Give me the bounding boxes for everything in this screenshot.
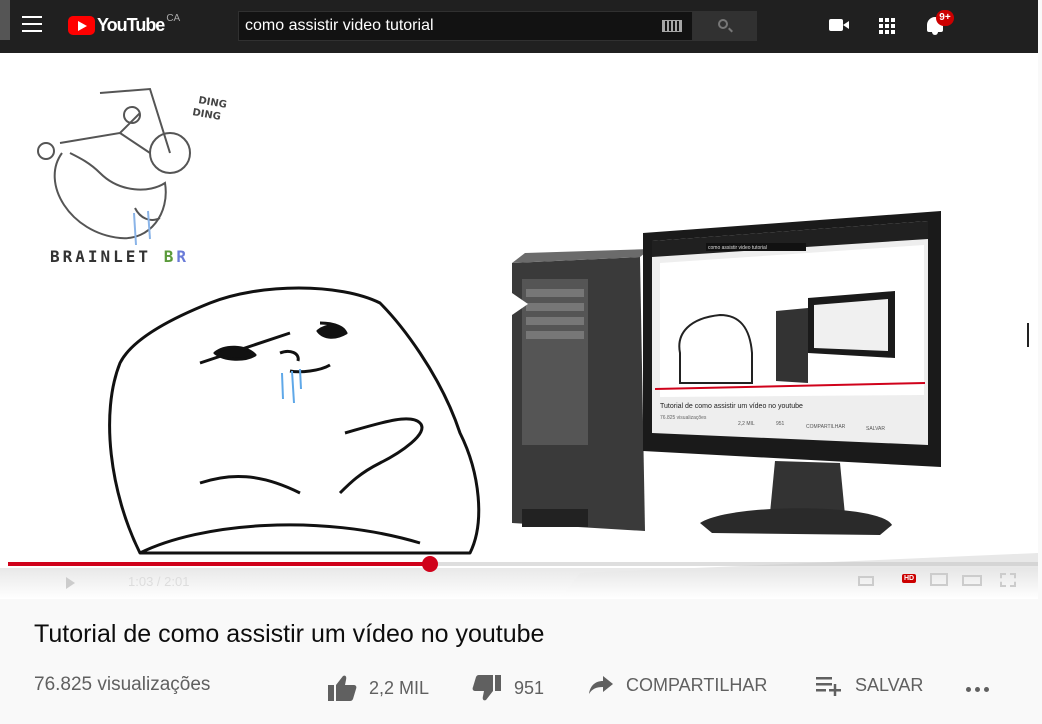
play-pause-icon[interactable] [66, 577, 75, 589]
center-play-icon[interactable] [512, 293, 528, 315]
brainlet-logo-sketch [37, 87, 191, 240]
fullscreen-icon[interactable] [1000, 573, 1016, 587]
inner-screen-share: COMPARTILHAR [806, 424, 846, 430]
video-info: Tutorial de como assistir um vídeo no yo… [0, 599, 1042, 724]
search-query[interactable]: como assistir video tutorial [239, 17, 662, 35]
player-edge-mark [1027, 323, 1029, 347]
brainlet-watermark: BRAINLET BR [50, 247, 189, 266]
scrubber-handle[interactable] [422, 556, 438, 572]
computer-monitor: Tutorial de como assistir um vídeo no yo… [643, 211, 941, 535]
search-button[interactable] [693, 11, 757, 41]
create-video-icon[interactable] [829, 19, 849, 31]
region-code: CA [166, 13, 181, 24]
inner-screen-save: SALVAR [866, 426, 885, 432]
inner-screen-dislike: 951 [776, 421, 785, 427]
ding-text-sketch: DING DING [191, 95, 227, 123]
progress-fill [8, 562, 430, 566]
hamburger-menu-icon[interactable] [22, 16, 42, 34]
search-icon [718, 19, 728, 29]
save-label: SALVAR [855, 674, 924, 695]
miniplayer-icon[interactable] [930, 573, 948, 586]
save-button[interactable]: SALVAR [815, 674, 923, 696]
theater-mode-icon[interactable] [962, 575, 982, 586]
dislike-count: 951 [514, 677, 545, 698]
inner-screen-like: 2,2 MIL [738, 421, 755, 427]
dislike-button[interactable]: 951 [472, 674, 544, 702]
computer-tower [512, 249, 650, 531]
keyboard-icon[interactable] [662, 20, 682, 32]
more-actions-icon[interactable] [966, 687, 989, 692]
video-player[interactable]: DING DING Tutorial de como assistir um v… [0, 53, 1038, 599]
inner-screen-title: Tutorial de como assistir um vídeo no yo… [660, 403, 803, 410]
time-display: 1:03 / 2:01 [128, 574, 190, 589]
thumbs-up-icon [328, 675, 357, 701]
view-count: 76.825 visualizações [34, 674, 211, 695]
inner-screen-views: 76.825 visualizações [660, 415, 707, 421]
youtube-logo[interactable]: YouTube CA [68, 13, 181, 36]
video-frame-illustration: DING DING Tutorial de como assistir um v… [37, 87, 1038, 599]
logo-text: YouTube [97, 15, 165, 35]
share-label: COMPARTILHAR [626, 674, 768, 695]
subtitles-icon[interactable] [858, 576, 874, 586]
svg-text:DING: DING [191, 107, 221, 123]
top-bar: YouTube CA como assistir video tutorial … [0, 0, 1038, 53]
apps-grid-icon[interactable] [879, 18, 895, 34]
like-count: 2,2 MIL [369, 677, 430, 698]
app-window: YouTube CA como assistir video tutorial … [0, 0, 1042, 724]
video-title: Tutorial de como assistir um vídeo no yo… [34, 620, 545, 648]
add-to-playlist-icon [816, 677, 841, 696]
search-input[interactable]: como assistir video tutorial [238, 11, 693, 41]
share-button[interactable]: COMPARTILHAR [588, 674, 767, 696]
share-arrow-icon [589, 676, 613, 694]
notifications-badge: 9+ [936, 10, 954, 26]
youtube-play-icon [68, 16, 95, 35]
like-button[interactable]: 2,2 MIL [327, 674, 429, 702]
window-edge [0, 0, 10, 40]
hd-badge-icon[interactable]: HD [902, 574, 917, 583]
inner-screen-search: como assistir video tutorial [708, 245, 767, 251]
wojak-character [108, 286, 481, 555]
thumbs-down-icon [472, 675, 501, 701]
